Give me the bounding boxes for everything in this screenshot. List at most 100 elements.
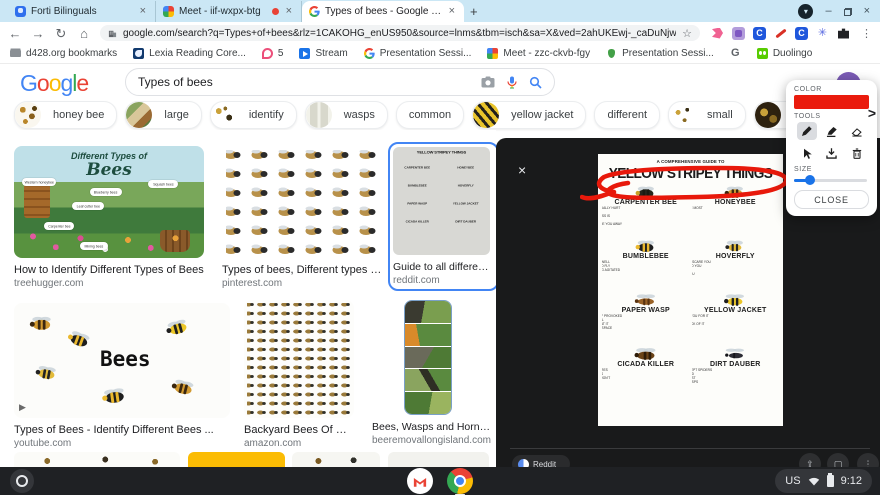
- browser-menu-icon[interactable]: ⋮: [861, 27, 872, 40]
- tab-close-icon[interactable]: ×: [284, 5, 294, 18]
- forward-icon[interactable]: →: [31, 27, 45, 40]
- result-thumbnail[interactable]: YELLOW STRIPEY THINGS CARPENTER BEEHONEY…: [393, 147, 490, 255]
- bookmark-lexia[interactable]: Lexia Reading Core...: [133, 48, 246, 59]
- kami-extension-icon[interactable]: [732, 27, 745, 40]
- result-thumbnail[interactable]: [222, 146, 383, 258]
- bookmark-label: Lexia Reading Core...: [149, 48, 246, 59]
- tab-search-button[interactable]: ▾: [798, 4, 813, 19]
- chip-yellow-jacket[interactable]: yellow jacket: [472, 101, 586, 129]
- address-bar[interactable]: google.com/search?q=Types+of+bees&rlz=1C…: [100, 25, 700, 41]
- result-card-amazon[interactable]: Backyard Bees Of North Ame... amazon.com: [244, 300, 354, 449]
- chip-small[interactable]: small: [668, 101, 746, 129]
- chip-identify[interactable]: identify: [210, 101, 297, 129]
- tab-close-icon[interactable]: ×: [138, 5, 148, 18]
- tab-google-search[interactable]: Types of bees - Google Search ×: [302, 1, 464, 22]
- back-icon[interactable]: ←: [8, 27, 22, 40]
- result-card-pinterest[interactable]: Types of bees, Different types of bees .…: [222, 146, 383, 289]
- search-icon[interactable]: [529, 76, 542, 89]
- result-title[interactable]: Types of bees, Different types of bees .…: [222, 264, 383, 276]
- search-input[interactable]: Types of bees: [125, 68, 555, 96]
- gmail-app-icon[interactable]: [407, 468, 433, 494]
- bookmark-label: Stream: [315, 48, 347, 59]
- bookmark-presentation-1[interactable]: Presentation Sessi...: [364, 48, 472, 59]
- close-panel-button[interactable]: CLOSE: [794, 190, 869, 209]
- result-title[interactable]: Types of Bees - Identify Different Bees …: [14, 424, 230, 436]
- download-button[interactable]: [822, 144, 842, 162]
- result-thumbnail[interactable]: [244, 300, 354, 418]
- partial-thumbnail[interactable]: [388, 452, 489, 467]
- mini-poster-grid: CARPENTER BEEHONEYBEE BUMBLEBEEHOVERFLY …: [393, 166, 490, 223]
- bookmark-meet[interactable]: Meet - zzc-ckvb-fgy: [487, 48, 590, 59]
- pen-tool-button[interactable]: [797, 122, 817, 140]
- tab-close-icon[interactable]: ×: [447, 5, 457, 18]
- delete-button[interactable]: [847, 144, 867, 162]
- eraser-tool-button[interactable]: [847, 122, 867, 140]
- bookmark-duolingo[interactable]: Duolingo: [757, 48, 812, 59]
- launcher-button[interactable]: [10, 469, 34, 493]
- screencast-extension-icon[interactable]: [711, 27, 724, 40]
- bookmark-folder-d428[interactable]: d428.org bookmarks: [10, 48, 117, 59]
- clever-extension-icon-2[interactable]: C: [795, 27, 808, 40]
- result-thumbnail[interactable]: Bees ▶: [14, 303, 230, 418]
- slider-thumb[interactable]: [805, 175, 815, 185]
- color-swatch[interactable]: [794, 95, 869, 109]
- bookmark-padlet[interactable]: 5: [262, 48, 284, 59]
- minimize-button[interactable]: –: [825, 6, 831, 17]
- extensions-puzzle-icon[interactable]: [837, 27, 850, 40]
- result-title[interactable]: Guide to all different ty...: [393, 261, 494, 273]
- trash-icon: [851, 147, 863, 160]
- chips-scroll-right-icon[interactable]: >: [868, 105, 876, 121]
- poster-section-paper-wasp: PAPER WASP -LOOKS SCARY, BUT WILL ONLY A…: [602, 292, 690, 346]
- poster-section-bumblebee: BUMBLEBEE -ALSO POLLINATES STUFF VERY WE…: [602, 238, 690, 292]
- size-slider[interactable]: [794, 175, 869, 185]
- voice-search-mic-icon[interactable]: [507, 76, 517, 89]
- chip-honey-bee[interactable]: honey bee: [14, 101, 117, 129]
- poster-section-hoverfly: HOVERFLY -WEARS YELLOW STRIPEY UNIFORM T…: [692, 238, 780, 292]
- search-by-image-camera-icon[interactable]: [481, 76, 495, 88]
- partial-thumbnail[interactable]: [292, 452, 380, 467]
- result-card-reddit-selected[interactable]: YELLOW STRIPEY THINGS CARPENTER BEEHONEY…: [388, 142, 499, 291]
- bookmark-stream[interactable]: Stream: [299, 48, 347, 59]
- bookmark-presentation-2[interactable]: Presentation Sessi...: [606, 48, 714, 59]
- chip-large[interactable]: large: [125, 101, 201, 129]
- bookmark-star-icon[interactable]: ☆: [682, 27, 692, 40]
- chip-different[interactable]: different: [594, 101, 660, 129]
- reload-icon[interactable]: ↻: [54, 27, 68, 40]
- bookmark-g[interactable]: G: [730, 48, 741, 59]
- yellow-stripey-things-poster[interactable]: A COMPREHENSIVE GUIDE TO YELLOW STRIPEY …: [598, 154, 783, 426]
- result-title[interactable]: How to Identify Different Types of Bees: [14, 264, 204, 276]
- restore-window-button[interactable]: [844, 8, 852, 16]
- clever-extension-icon[interactable]: C: [753, 27, 766, 40]
- chip-common[interactable]: common: [396, 101, 464, 129]
- result-title[interactable]: Bees, Wasps and Hornets on ...: [372, 421, 494, 433]
- select-tool-button[interactable]: [797, 144, 817, 162]
- close-window-button[interactable]: ×: [864, 6, 870, 17]
- home-icon[interactable]: ⌂: [77, 27, 91, 40]
- result-title[interactable]: Backyard Bees Of North Ame...: [244, 424, 354, 436]
- result-card-youtube[interactable]: Bees ▶ Types of Bees - Identify Differen…: [14, 303, 230, 449]
- settings-extension-icon[interactable]: [816, 27, 829, 40]
- partial-thumbnail[interactable]: [14, 452, 180, 467]
- poster-kicker: A COMPREHENSIVE GUIDE TO: [598, 159, 783, 164]
- new-tab-button[interactable]: +: [470, 4, 478, 19]
- result-thumbnail[interactable]: Different Types of Bees Western honeybee…: [14, 146, 204, 258]
- chrome-app-icon[interactable]: [447, 468, 473, 494]
- pen-extension-icon[interactable]: [774, 27, 787, 40]
- partial-thumbnail[interactable]: [188, 452, 285, 467]
- tab-forti-bilinguals[interactable]: Forti Bilinguals ×: [8, 1, 156, 22]
- mini-poster-title: YELLOW STRIPEY THINGS: [393, 150, 490, 155]
- result-card-treehugger[interactable]: Different Types of Bees Western honeybee…: [14, 146, 204, 289]
- bee-graphic: [33, 363, 61, 382]
- result-thumbnail[interactable]: [404, 300, 452, 415]
- preview-close-icon[interactable]: ×: [518, 162, 526, 178]
- keyboard-layout-label: US: [785, 475, 800, 487]
- chip-thumbnail: [306, 102, 332, 128]
- flowers-graphic: [14, 222, 204, 258]
- status-tray[interactable]: US 9:12: [775, 469, 872, 493]
- chip-wasps[interactable]: wasps: [305, 101, 388, 129]
- marker-tool-button[interactable]: [822, 122, 842, 140]
- google-logo[interactable]: Google: [20, 70, 88, 97]
- tab-meet[interactable]: Meet - iif-wxpx-btg ×: [156, 1, 302, 22]
- result-card-beeremoval[interactable]: Bees, Wasps and Hornets on ... beeremova…: [372, 300, 494, 446]
- peardeck-icon: [606, 48, 617, 59]
